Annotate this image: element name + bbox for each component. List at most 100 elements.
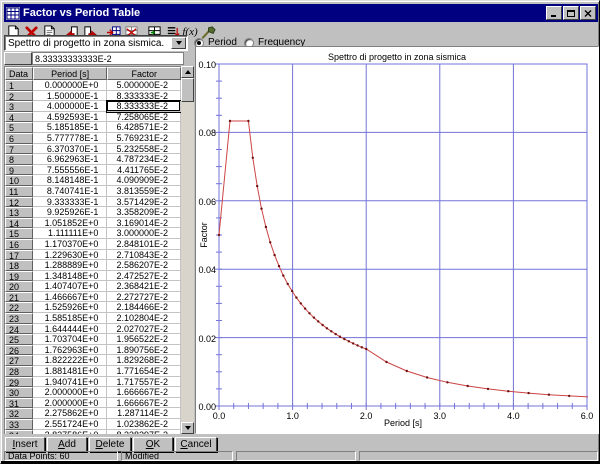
table-cell[interactable]: 2.102804E-2 [107, 313, 181, 324]
table-cell[interactable]: 9.333333E-1 [33, 197, 108, 208]
table-cell[interactable]: 2.586207E-2 [107, 260, 181, 271]
row-number-cell[interactable]: 3 [5, 101, 33, 112]
table-cell[interactable]: 1.822222E+0 [33, 355, 108, 366]
table-cell[interactable]: 1.762963E+0 [33, 345, 108, 356]
row-number-cell[interactable]: 21 [5, 292, 33, 303]
row-number-cell[interactable]: 17 [5, 250, 33, 261]
row-number-cell[interactable]: 31 [5, 398, 33, 409]
table-cell[interactable]: 1.940741E+0 [33, 377, 108, 388]
table-cell[interactable]: 1.170370E+0 [33, 239, 108, 250]
row-number-cell[interactable]: 34 [5, 430, 33, 434]
table-cell[interactable]: 8.333333E-2 [107, 91, 181, 102]
table-cell[interactable]: 1.525926E+0 [33, 302, 108, 313]
row-number-cell[interactable]: 12 [5, 197, 33, 208]
spectrum-select[interactable]: Spettro di progetto in zona sismica. [4, 35, 188, 51]
table-cell[interactable]: 2.551724E+0 [33, 419, 108, 430]
table-cell[interactable]: 3.000000E-2 [107, 228, 181, 239]
table-cell[interactable]: 2.710843E-2 [107, 250, 181, 261]
column-header-period[interactable]: Period [s] [33, 67, 108, 80]
scroll-up-icon[interactable] [181, 66, 194, 78]
table-cell[interactable]: 4.592593E-1 [33, 112, 108, 123]
row-number-cell[interactable]: 10 [5, 175, 33, 186]
table-cell[interactable]: 1.644444E+0 [33, 324, 108, 335]
table-cell[interactable]: 5.232558E-2 [107, 144, 181, 155]
delete-button[interactable]: Delete [89, 437, 131, 452]
table-cell[interactable]: 1.666667E-2 [107, 387, 181, 398]
table-cell[interactable]: 2.000000E+0 [33, 387, 108, 398]
scroll-down-icon[interactable] [181, 422, 194, 434]
cancel-button[interactable]: Cancel [175, 437, 217, 452]
table-cell[interactable]: 1.585185E+0 [33, 313, 108, 324]
row-number-cell[interactable]: 6 [5, 133, 33, 144]
table-cell[interactable]: 1.407407E+0 [33, 281, 108, 292]
row-number-cell[interactable]: 5 [5, 122, 33, 133]
table-cell[interactable]: 2.827586E+0 [33, 430, 108, 434]
chevron-down-icon[interactable] [171, 37, 186, 49]
table-cell[interactable]: 6.370370E-1 [33, 144, 108, 155]
row-number-cell[interactable]: 27 [5, 355, 33, 366]
table-cell[interactable]: 5.777778E-1 [33, 133, 108, 144]
add-button[interactable]: Add [47, 437, 87, 452]
close-button[interactable] [580, 6, 596, 20]
table-cell[interactable]: 7.555556E-1 [33, 165, 108, 176]
cell-value-input[interactable] [32, 52, 184, 65]
table-cell[interactable]: 2.275862E+0 [33, 408, 108, 419]
table-cell[interactable]: 2.027027E-2 [107, 324, 181, 335]
row-number-cell[interactable]: 8 [5, 154, 33, 165]
table-cell[interactable]: 2.472527E-2 [107, 271, 181, 282]
table-cell[interactable]: 5.769231E-2 [107, 133, 181, 144]
row-number-cell[interactable]: 28 [5, 366, 33, 377]
table-cell[interactable]: 1.890756E-2 [107, 345, 181, 356]
row-number-cell[interactable]: 14 [5, 218, 33, 229]
table-cell[interactable]: 3.358209E-2 [107, 207, 181, 218]
table-cell[interactable]: 1.348148E+0 [33, 271, 108, 282]
table-cell[interactable]: 4.787234E-2 [107, 154, 181, 165]
maximize-button[interactable] [563, 6, 579, 20]
row-number-cell[interactable]: 25 [5, 334, 33, 345]
table-cell[interactable]: 5.185185E-1 [33, 122, 108, 133]
row-number-cell[interactable]: 23 [5, 313, 33, 324]
row-number-cell[interactable]: 2 [5, 91, 33, 102]
table-cell[interactable]: 5.000000E-2 [107, 80, 181, 91]
table-cell[interactable]: 1.717557E-2 [107, 377, 181, 388]
row-number-cell[interactable]: 29 [5, 377, 33, 388]
ok-button[interactable]: OK [133, 437, 173, 452]
table-cell[interactable]: 1.051852E+0 [33, 218, 108, 229]
table-cell[interactable]: 9.925926E-1 [33, 207, 108, 218]
table-cell[interactable]: 1.771654E-2 [107, 366, 181, 377]
row-number-cell[interactable]: 24 [5, 324, 33, 335]
table-cell[interactable]: 3.813559E-2 [107, 186, 181, 197]
table-cell[interactable]: 1.703704E+0 [33, 334, 108, 345]
row-number-cell[interactable]: 32 [5, 408, 33, 419]
table-cell[interactable]: 1.287114E-2 [107, 408, 181, 419]
table-cell[interactable]: 8.740741E-1 [33, 186, 108, 197]
table-cell[interactable]: 1.229630E+0 [33, 250, 108, 261]
table-cell[interactable]: 4.090909E-2 [107, 175, 181, 186]
row-number-cell[interactable]: 11 [5, 186, 33, 197]
table-cell[interactable]: 2.848101E-2 [107, 239, 181, 250]
minimize-button[interactable] [546, 6, 562, 20]
table-cell[interactable]: 7.258065E-2 [107, 112, 181, 123]
table-cell[interactable]: 2.184466E-2 [107, 302, 181, 313]
row-number-cell[interactable]: 30 [5, 387, 33, 398]
scrollbar-thumb[interactable] [181, 78, 194, 102]
row-number-cell[interactable]: 18 [5, 260, 33, 271]
table-cell[interactable]: 1.466667E+0 [33, 292, 108, 303]
row-number-cell[interactable]: 33 [5, 419, 33, 430]
column-header-factor[interactable]: Factor [107, 67, 181, 80]
row-number-cell[interactable]: 13 [5, 207, 33, 218]
row-number-cell[interactable]: 9 [5, 165, 33, 176]
table-cell[interactable]: 2.368421E-2 [107, 281, 181, 292]
table-cell[interactable]: 8.333333E-2 [107, 101, 181, 112]
row-number-cell[interactable]: 22 [5, 302, 33, 313]
table-cell[interactable]: 4.411765E-2 [107, 165, 181, 176]
table-cell[interactable]: 1.023862E-2 [107, 419, 181, 430]
row-number-cell[interactable]: 7 [5, 144, 33, 155]
table-cell[interactable]: 0.000000E+0 [33, 80, 108, 91]
column-header-data[interactable]: Data [5, 67, 33, 80]
table-cell[interactable]: 4.000000E-1 [33, 101, 108, 112]
table-cell[interactable]: 1.881481E+0 [33, 366, 108, 377]
row-number-cell[interactable]: 4 [5, 112, 33, 123]
table-scrollbar[interactable] [181, 66, 194, 434]
row-number-cell[interactable]: 16 [5, 239, 33, 250]
